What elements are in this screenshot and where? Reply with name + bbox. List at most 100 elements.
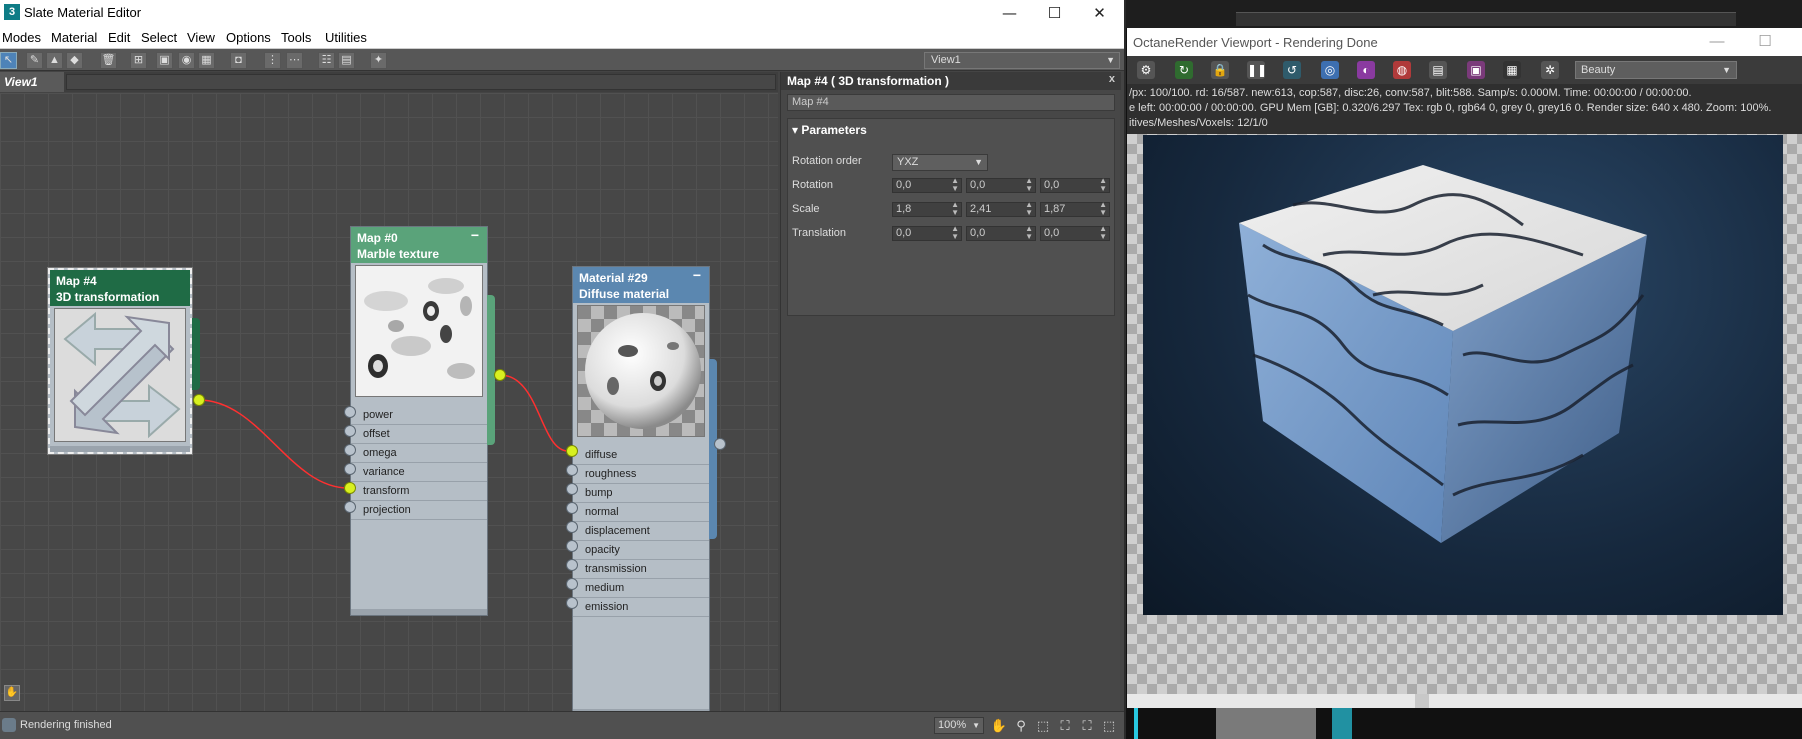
auto-focus-icon[interactable]: ◎ <box>1321 61 1339 79</box>
map0-projection-input[interactable] <box>344 501 356 513</box>
spinner-arrows-icon[interactable]: ▲ ▼ <box>951 225 959 241</box>
material-map-navigator-icon[interactable]: ▤ <box>338 52 355 69</box>
region-render-icon[interactable]: ▤ <box>1429 61 1447 79</box>
mat29-bump-input[interactable] <box>566 483 578 495</box>
map4-output-socket[interactable] <box>193 394 205 406</box>
background-icon[interactable]: ◉ <box>178 52 195 69</box>
node-canvas[interactable]: Map #4 3D transformation Map #0 Marble t <box>0 93 778 711</box>
settings-icon[interactable]: ⚙ <box>1137 61 1155 79</box>
pause-icon[interactable]: ❚❚ <box>1247 61 1267 79</box>
menu-view[interactable]: View <box>187 30 215 45</box>
put-to-library-icon[interactable]: ◆ <box>66 52 83 69</box>
menu-options[interactable]: Options <box>226 30 271 45</box>
select-tool-icon[interactable]: ↖ <box>0 52 17 69</box>
spinner-arrows-icon[interactable]: ▲ ▼ <box>1025 225 1033 241</box>
map0-omega-input[interactable] <box>344 444 356 456</box>
map-name-field[interactable]: Map #4 <box>787 94 1115 111</box>
spinner-arrows-icon[interactable]: ▲ ▼ <box>951 201 959 217</box>
checker-icon[interactable]: ▦ <box>198 52 215 69</box>
spinner-arrows-icon[interactable]: ▲ ▼ <box>1025 177 1033 193</box>
spinner-arrows-icon[interactable]: ▲ ▼ <box>1099 201 1107 217</box>
eyedropper-icon[interactable]: ✎ <box>26 52 43 69</box>
lock-icon[interactable]: 🔒 <box>1211 61 1229 79</box>
frame-selected-icon[interactable]: ⬚ <box>1100 717 1118 735</box>
show-map-icon[interactable]: ◘ <box>230 52 247 69</box>
zoom-icon[interactable]: ⚲ <box>1012 717 1030 735</box>
spinner-arrows-icon[interactable]: ▲ ▼ <box>951 177 959 193</box>
layout-children-icon[interactable]: ☷ <box>318 52 335 69</box>
scale-x-spinner[interactable]: 1,8 ▲ ▼ <box>892 201 962 217</box>
assign-material-icon[interactable]: ▲ <box>46 52 63 69</box>
mat29-output-socket[interactable] <box>714 438 726 450</box>
zoom-extents-icon[interactable]: ⛶ <box>1056 717 1074 735</box>
map0-offset-input[interactable] <box>344 425 356 437</box>
menu-utilities[interactable]: Utilities <box>325 30 367 45</box>
gear-icon[interactable]: ✲ <box>1541 61 1559 79</box>
rotation-y-spinner[interactable]: 0,0 ▲ ▼ <box>966 177 1036 193</box>
save-image-icon[interactable]: ▣ <box>1467 61 1485 79</box>
close-icon[interactable]: x <box>1109 73 1115 85</box>
pan-hand-icon[interactable]: ✋ <box>4 685 20 701</box>
spinner-arrows-icon[interactable]: ▲ ▼ <box>1099 225 1107 241</box>
refresh-icon[interactable]: ↻ <box>1175 61 1193 79</box>
node-map0[interactable]: Map #0 Marble texture − power offset ome… <box>350 226 495 616</box>
parameters-rollout-header[interactable]: ▾ Parameters <box>792 123 867 137</box>
layout-horizontal-icon[interactable]: ⋯ <box>286 52 303 69</box>
move-children-icon[interactable]: ⊞ <box>130 52 147 69</box>
mat29-transmission-input[interactable] <box>566 559 578 571</box>
render-output-image[interactable] <box>1143 135 1783 615</box>
scale-y-spinner[interactable]: 2,41 ▲ ▼ <box>966 201 1036 217</box>
spinner-arrows-icon[interactable]: ▲ ▼ <box>1099 177 1107 193</box>
menu-modes[interactable]: Modes <box>2 30 41 45</box>
map0-output-socket[interactable] <box>494 369 506 381</box>
clay-mode-icon[interactable]: ◍ <box>1393 61 1411 79</box>
render-pass-select[interactable]: Beauty ▼ <box>1575 61 1737 79</box>
mat29-normal-input[interactable] <box>566 502 578 514</box>
rotation-order-select[interactable]: YXZ ▼ <box>892 154 988 171</box>
mat29-displacement-input[interactable] <box>566 521 578 533</box>
film-icon[interactable]: ▦ <box>1503 61 1521 79</box>
hide-unused-icon[interactable]: ▣ <box>156 52 173 69</box>
mat29-diffuse-input[interactable] <box>566 445 578 457</box>
mat29-emission-input[interactable] <box>566 597 578 609</box>
node-map0-header[interactable]: Map #0 Marble texture − <box>351 227 487 263</box>
minimize-button[interactable]: — <box>987 0 1032 26</box>
translation-z-spinner[interactable]: 0,0 ▲ ▼ <box>1040 225 1110 241</box>
map0-power-input[interactable] <box>344 406 356 418</box>
map0-transform-input[interactable] <box>344 482 356 494</box>
rotation-x-spinner[interactable]: 0,0 ▲ ▼ <box>892 177 962 193</box>
menu-select[interactable]: Select <box>141 30 177 45</box>
maximize-button[interactable]: ☐ <box>1032 0 1077 26</box>
menu-edit[interactable]: Edit <box>108 30 130 45</box>
map0-variance-input[interactable] <box>344 463 356 475</box>
node-material29-header[interactable]: Material #29 Diffuse material − <box>573 267 709 303</box>
viewport-scrollbar[interactable] <box>1127 694 1802 708</box>
close-button[interactable]: ✕ <box>1077 0 1122 26</box>
pan-icon[interactable]: ✋ <box>990 717 1008 735</box>
magic-wand-icon[interactable]: ✦ <box>370 52 387 69</box>
collapse-icon[interactable]: − <box>693 267 701 283</box>
tab-view1[interactable]: View1 <box>0 72 64 92</box>
layout-vertical-icon[interactable]: ⋮ <box>264 52 281 69</box>
spinner-arrows-icon[interactable]: ▲ ▼ <box>1025 201 1033 217</box>
zoom-select[interactable]: 100% ▼ <box>934 717 984 734</box>
translation-x-spinner[interactable]: 0,0 ▲ ▼ <box>892 225 962 241</box>
translation-y-spinner[interactable]: 0,0 ▲ ▼ <box>966 225 1036 241</box>
node-map4[interactable]: Map #4 3D transformation <box>47 267 200 455</box>
collapse-icon[interactable]: − <box>471 227 479 243</box>
color-picker-icon[interactable]: ◐ <box>1357 61 1375 79</box>
octane-minimize-button[interactable]: — <box>1697 28 1737 56</box>
mat29-roughness-input[interactable] <box>566 464 578 476</box>
menu-material[interactable]: Material <box>51 30 97 45</box>
node-material29[interactable]: Material #29 Diffuse material − diffuse … <box>572 266 717 711</box>
zoom-extents-selected-icon[interactable]: ⛶ <box>1078 717 1096 735</box>
reset-icon[interactable]: ↺ <box>1283 61 1301 79</box>
scale-z-spinner[interactable]: 1,87 ▲ ▼ <box>1040 201 1110 217</box>
mat29-opacity-input[interactable] <box>566 540 578 552</box>
node-map4-header[interactable]: Map #4 3D transformation <box>50 270 190 306</box>
menu-tools[interactable]: Tools <box>281 30 311 45</box>
octane-maximize-button[interactable]: ☐ <box>1745 28 1785 56</box>
zoom-region-icon[interactable]: ⬚ <box>1034 717 1052 735</box>
delete-icon[interactable]: 🗑 <box>100 52 117 69</box>
scrollbar-thumb[interactable] <box>1415 694 1429 708</box>
